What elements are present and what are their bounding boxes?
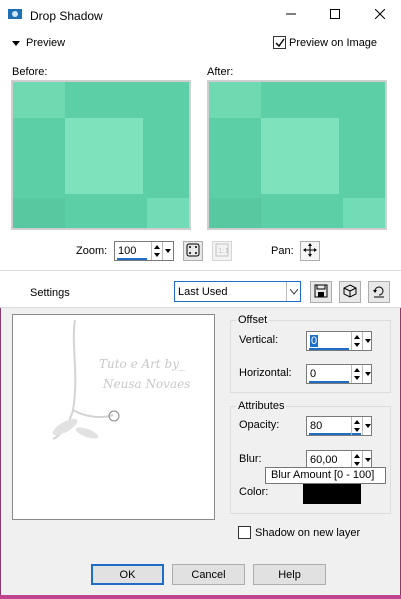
chevron-down-icon [286, 282, 300, 301]
close-icon [374, 8, 386, 22]
cancel-button[interactable]: Cancel [172, 564, 245, 585]
shadow-color-swatch[interactable] [303, 482, 361, 504]
app-icon [8, 8, 22, 20]
before-label: Before: [12, 66, 48, 78]
opacity-dropdown[interactable] [362, 417, 372, 435]
zoom-value: 100 [118, 245, 137, 257]
preview-label: Preview [26, 37, 66, 49]
window-bottom-border [0, 595, 401, 599]
window-title: Drop Shadow [30, 9, 103, 23]
svg-text:1:1: 1:1 [218, 247, 229, 255]
preview-on-image-checkbox[interactable]: Preview on Image [273, 36, 377, 49]
preset-dropdown[interactable]: Last Used [174, 281, 301, 302]
horizontal-offset-value: 0 [310, 368, 317, 380]
horizontal-dropdown[interactable] [362, 365, 372, 383]
before-preview[interactable] [11, 80, 191, 230]
vertical-spinner[interactable] [351, 332, 361, 350]
horizontal-spinner[interactable] [351, 365, 361, 383]
watermark-line2: Neusa Novaes [103, 377, 191, 391]
save-icon [314, 284, 328, 301]
help-button[interactable]: Help [253, 564, 326, 585]
preview-on-image-label: Preview on Image [289, 36, 378, 49]
opacity-input[interactable]: 80 [306, 416, 372, 436]
vertical-offset-input[interactable]: 0 [306, 331, 372, 351]
zoom-actual-size-button[interactable]: 1:1 [212, 241, 232, 261]
vertical-label: Vertical: [239, 334, 279, 346]
move-icon [303, 242, 317, 260]
opacity-value: 80 [310, 420, 323, 432]
shadow-on-new-layer-label: Shadow on new layer [255, 526, 361, 539]
actual-size-icon: 1:1 [215, 243, 229, 260]
blur-tooltip: Blur Amount [0 - 100] [265, 467, 386, 484]
chevron-down-icon [12, 40, 20, 46]
maximize-icon [330, 8, 340, 22]
after-preview[interactable] [207, 80, 387, 230]
minimize-button[interactable] [276, 4, 306, 26]
maximize-button[interactable] [320, 4, 350, 26]
blur-value: 60,00 [310, 454, 338, 466]
minimize-icon [286, 9, 296, 22]
pan-label: Pan: [271, 245, 294, 257]
save-preset-button[interactable] [310, 281, 332, 303]
preset-value: Last Used [178, 286, 228, 298]
zoom-dropdown[interactable] [162, 242, 172, 260]
reset-button[interactable] [368, 281, 390, 303]
zoom-input[interactable]: 100 [114, 241, 174, 261]
shadow-on-new-layer-checkbox[interactable]: Shadow on new layer [238, 526, 360, 539]
watermark-graphic [52, 319, 120, 440]
shadow-preview-pane[interactable]: Tuto e Art by_ Neusa Novaes [12, 314, 215, 520]
reset-icon [372, 284, 386, 301]
zoom-spinner[interactable] [151, 242, 161, 260]
offset-title: Offset [236, 314, 270, 326]
cube-icon [343, 283, 357, 301]
horizontal-offset-input[interactable]: 0 [306, 364, 372, 384]
preview-header: Preview Preview on Image [0, 30, 401, 58]
watermark-line1: Tuto e Art by_ [99, 357, 186, 371]
pan-button[interactable] [300, 241, 320, 261]
dialog-buttons: OK Cancel Help [0, 551, 401, 595]
title-bar: Drop Shadow [0, 0, 401, 30]
attributes-title: Attributes [236, 400, 287, 412]
settings-label: Settings [30, 287, 70, 299]
zoom-fit-icon [186, 243, 200, 260]
after-label: After: [207, 66, 234, 78]
zoom-fit-button[interactable] [183, 241, 203, 261]
opacity-spinner[interactable] [351, 417, 361, 435]
color-label: Color: [239, 486, 269, 498]
preview-toggle[interactable]: Preview [12, 37, 65, 49]
blur-label: Blur: [239, 453, 262, 465]
randomize-button[interactable] [339, 281, 361, 303]
zoom-label: Zoom: [76, 245, 108, 257]
checkbox-checked-icon [273, 36, 286, 49]
close-button[interactable] [365, 4, 395, 26]
opacity-label: Opacity: [239, 419, 280, 431]
checkbox-unchecked-icon [238, 526, 251, 539]
vertical-dropdown[interactable] [362, 332, 372, 350]
horizontal-label: Horizontal: [239, 367, 292, 379]
ok-button[interactable]: OK [91, 564, 164, 585]
vertical-offset-value: 0 [310, 335, 319, 347]
settings-row: Settings Last Used [0, 270, 401, 308]
